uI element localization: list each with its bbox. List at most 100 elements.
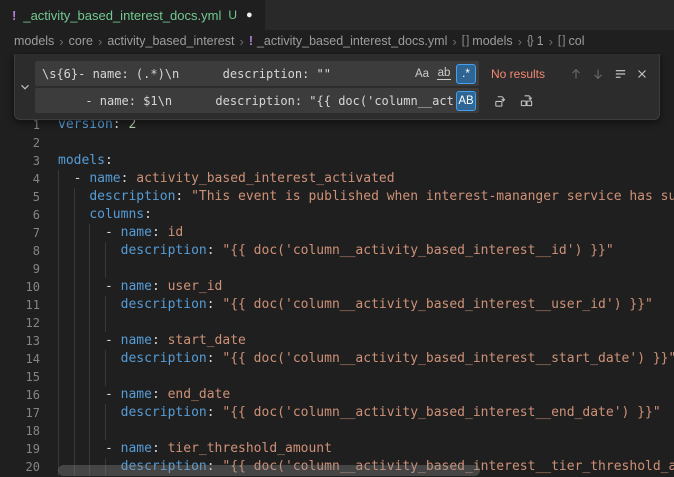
modified-dot-icon[interactable]: ● (246, 9, 253, 21)
line-number[interactable]: 4 (0, 170, 40, 188)
indent-guide (58, 314, 59, 332)
breadcrumb-separator-icon: › (518, 34, 522, 49)
toggle-replace-chevron-icon[interactable] (15, 54, 35, 119)
find-in-selection-button[interactable] (609, 63, 631, 85)
line-number[interactable]: 10 (0, 278, 40, 296)
line-number[interactable]: 3 (0, 152, 40, 170)
breadcrumb-item-col[interactable]: [ ] col (558, 34, 585, 48)
indent-guide (58, 386, 59, 404)
code-line-16[interactable]: - name: end_date (58, 386, 674, 404)
indent-guide (89, 224, 90, 242)
next-match-button[interactable] (587, 63, 609, 85)
token-plain: : (152, 225, 168, 240)
line-number[interactable]: 15 (0, 368, 40, 386)
close-find-button[interactable] (631, 63, 653, 85)
code-line-19[interactable]: - name: tier_threshold_amount (58, 440, 674, 458)
find-input-value: \s{6}- name: (.*)\n description: "" (42, 67, 410, 81)
find-input[interactable]: \s{6}- name: (.*)\n description: "" Aa a… (35, 61, 479, 86)
indent-guide (89, 278, 90, 296)
code-line-15[interactable] (58, 368, 674, 386)
token-str: id (168, 225, 184, 240)
code-line-10[interactable]: - name: user_id (58, 278, 674, 296)
code-line-17[interactable]: description: "{{ doc('column__activity_b… (58, 404, 674, 422)
line-number[interactable]: 5 (0, 188, 40, 206)
indent-guide (58, 404, 59, 422)
breadcrumb-item-models[interactable]: [ ]models (462, 34, 513, 48)
token-key: description (121, 405, 207, 420)
token-str: "{{ doc('column__activity_based_interest… (222, 297, 652, 312)
token-plain: : (152, 387, 168, 402)
indent-guide (74, 260, 75, 278)
line-number[interactable]: 7 (0, 224, 40, 242)
token-key: name (121, 279, 152, 294)
line-number[interactable]: 6 (0, 206, 40, 224)
code-line-12[interactable] (58, 314, 674, 332)
breadcrumb-label: models (472, 34, 512, 48)
code-line-8[interactable]: description: "{{ doc('column__activity_b… (58, 242, 674, 260)
replace-button[interactable] (489, 90, 511, 112)
indent-guide (89, 296, 90, 314)
line-number[interactable]: 14 (0, 350, 40, 368)
indent-guide (105, 296, 106, 314)
horizontal-scrollbar[interactable] (58, 465, 480, 476)
indent-guide (74, 188, 75, 206)
whole-word-button[interactable]: ab (434, 64, 454, 84)
code-line-2[interactable] (58, 134, 674, 152)
line-number[interactable]: 17 (0, 404, 40, 422)
line-number[interactable]: 16 (0, 386, 40, 404)
code-line-11[interactable]: description: "{{ doc('column__activity_b… (58, 296, 674, 314)
line-number[interactable]: 11 (0, 296, 40, 314)
match-case-button[interactable]: Aa (412, 64, 432, 84)
code-line-5[interactable]: description: "This event is published wh… (58, 188, 674, 206)
line-number[interactable]: 20 (0, 458, 40, 476)
code-line-3[interactable]: models: (58, 152, 674, 170)
tab-active-file[interactable]: ! _activity_based_interest_docs.yml U ● (0, 0, 265, 30)
code-line-18[interactable] (58, 422, 674, 440)
code-line-14[interactable]: description: "{{ doc('column__activity_b… (58, 350, 674, 368)
line-number[interactable]: 19 (0, 440, 40, 458)
indent-guide (89, 260, 90, 278)
token-key: name (121, 387, 152, 402)
code-line-4[interactable]: - name: activity_based_interest_activate… (58, 170, 674, 188)
previous-match-button[interactable] (565, 63, 587, 85)
line-number[interactable]: 18 (0, 422, 40, 440)
indent-guide (58, 170, 59, 188)
replace-input[interactable]: - name: $1\n description: "{{ doc('colum… (35, 88, 479, 113)
breadcrumb-item-core[interactable]: core (69, 34, 93, 48)
breadcrumb-item-activity-based-interest[interactable]: activity_based_interest (107, 34, 234, 48)
preserve-case-button[interactable]: AB (456, 91, 476, 111)
breadcrumb-separator-icon: › (549, 34, 553, 49)
line-number[interactable]: 13 (0, 332, 40, 350)
token-key: description (121, 351, 207, 366)
code-line-7[interactable]: - name: id (58, 224, 674, 242)
yaml-symbol-icon: ! (249, 34, 253, 48)
breadcrumb-item-1[interactable]: {}1 (527, 34, 544, 48)
array-symbol-icon: [ ] (558, 35, 565, 47)
breadcrumb-item--activity-based-interest-docs-yml[interactable]: !_activity_based_interest_docs.yml (249, 34, 448, 48)
line-number[interactable]: 8 (0, 242, 40, 260)
code-line-9[interactable] (58, 260, 674, 278)
breadcrumb-label: col (569, 34, 585, 48)
line-number-gutter: 1234567891011121314151617181920 (0, 116, 40, 476)
regex-button[interactable]: .* (456, 64, 476, 84)
indent-guide (74, 368, 75, 386)
line-number[interactable]: 12 (0, 314, 40, 332)
code-content[interactable]: version: 2models: - name: activity_based… (58, 116, 674, 476)
line-number[interactable]: 2 (0, 134, 40, 152)
code-line-13[interactable]: - name: start_date (58, 332, 674, 350)
token-key: name (121, 225, 152, 240)
breadcrumb: models›core›activity_based_interest›!_ac… (0, 30, 674, 52)
token-plain: : (152, 279, 168, 294)
replace-all-button[interactable] (515, 90, 537, 112)
breadcrumb-label: models (14, 34, 54, 48)
indent-guide (58, 242, 59, 260)
find-row: \s{6}- name: (.*)\n description: "" Aa a… (35, 61, 653, 86)
token-key: description (121, 243, 207, 258)
breadcrumb-item-models[interactable]: models (14, 34, 54, 48)
replace-input-value: - name: $1\n description: "{{ doc('colum… (42, 94, 454, 108)
line-number[interactable]: 9 (0, 260, 40, 278)
code-line-6[interactable]: columns: (58, 206, 674, 224)
indent-guide (105, 260, 106, 278)
editor-pane[interactable]: 1234567891011121314151617181920 version:… (0, 52, 674, 477)
indent-guide (58, 206, 59, 224)
